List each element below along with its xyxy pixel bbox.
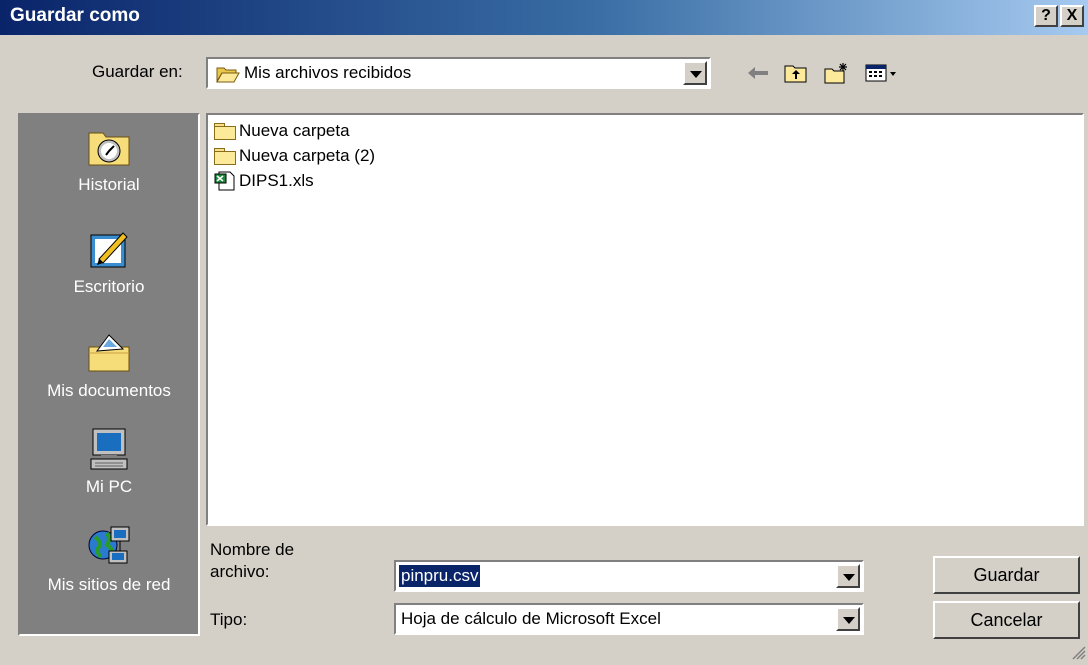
help-button[interactable]: ? [1034, 5, 1058, 27]
save-in-label: Guardar en: [92, 62, 183, 81]
title-bar: Guardar como ? X [0, 0, 1088, 35]
place-label: Mi PC [85, 477, 133, 496]
filetype-value: Hoja de cálculo de Microsoft Excel [401, 609, 661, 628]
filename-input[interactable]: pinpru.csv [394, 560, 864, 592]
place-my-computer[interactable]: Mi PC [20, 427, 198, 497]
excel-file-icon [214, 171, 236, 191]
my-documents-icon [87, 331, 131, 375]
network-places-icon [87, 525, 131, 569]
chevron-down-icon[interactable] [836, 564, 860, 588]
place-network[interactable]: Mis sitios de red [20, 525, 198, 595]
file-name: Nueva carpeta [239, 121, 350, 140]
place-history[interactable]: Historial [20, 125, 198, 195]
places-bar: Historial Escritorio Mis documentos Mi P… [18, 113, 200, 636]
list-item[interactable]: DIPS1.xls [214, 169, 314, 193]
chevron-down-icon[interactable] [836, 607, 860, 631]
save-in-value: Mis archivos recibidos [244, 63, 412, 82]
place-label: Mis documentos [47, 381, 171, 400]
folder-icon [214, 122, 236, 140]
new-folder-icon[interactable] [823, 60, 851, 86]
place-desktop[interactable]: Escritorio [20, 227, 198, 297]
filename-label-line1: Nombre de [210, 540, 295, 559]
cancel-button[interactable]: Cancelar [933, 601, 1080, 639]
close-button[interactable]: X [1060, 5, 1084, 27]
chevron-down-icon[interactable] [683, 61, 707, 85]
window-title: Guardar como [10, 5, 140, 26]
file-name: DIPS1.xls [239, 171, 314, 190]
resize-grip-icon[interactable] [1070, 644, 1086, 660]
file-name: Nueva carpeta (2) [239, 146, 376, 165]
place-my-documents[interactable]: Mis documentos [20, 331, 198, 401]
list-item[interactable]: Nueva carpeta (2) [214, 144, 375, 168]
view-menu-icon[interactable] [862, 60, 902, 86]
my-computer-icon [87, 427, 131, 471]
file-list[interactable]: Nueva carpeta Nueva carpeta (2) DIPS1.xl… [206, 113, 1084, 526]
place-label: Mis sitios de red [47, 575, 171, 594]
filetype-label: Tipo: [210, 610, 248, 629]
filename-value: pinpru.csv [399, 565, 481, 587]
desktop-icon [87, 227, 131, 271]
filename-label-line2: archivo: [210, 562, 270, 581]
up-folder-icon[interactable] [782, 60, 810, 86]
folder-icon [214, 147, 236, 165]
history-icon [87, 125, 131, 169]
open-folder-icon [216, 65, 240, 88]
list-item[interactable]: Nueva carpeta [214, 119, 350, 143]
place-label: Historial [78, 175, 140, 194]
save-button[interactable]: Guardar [933, 556, 1080, 594]
save-in-dropdown[interactable]: Mis archivos recibidos [206, 57, 711, 89]
place-label: Escritorio [73, 277, 145, 296]
back-arrow-icon[interactable] [744, 60, 772, 86]
filetype-select[interactable]: Hoja de cálculo de Microsoft Excel [394, 603, 864, 635]
